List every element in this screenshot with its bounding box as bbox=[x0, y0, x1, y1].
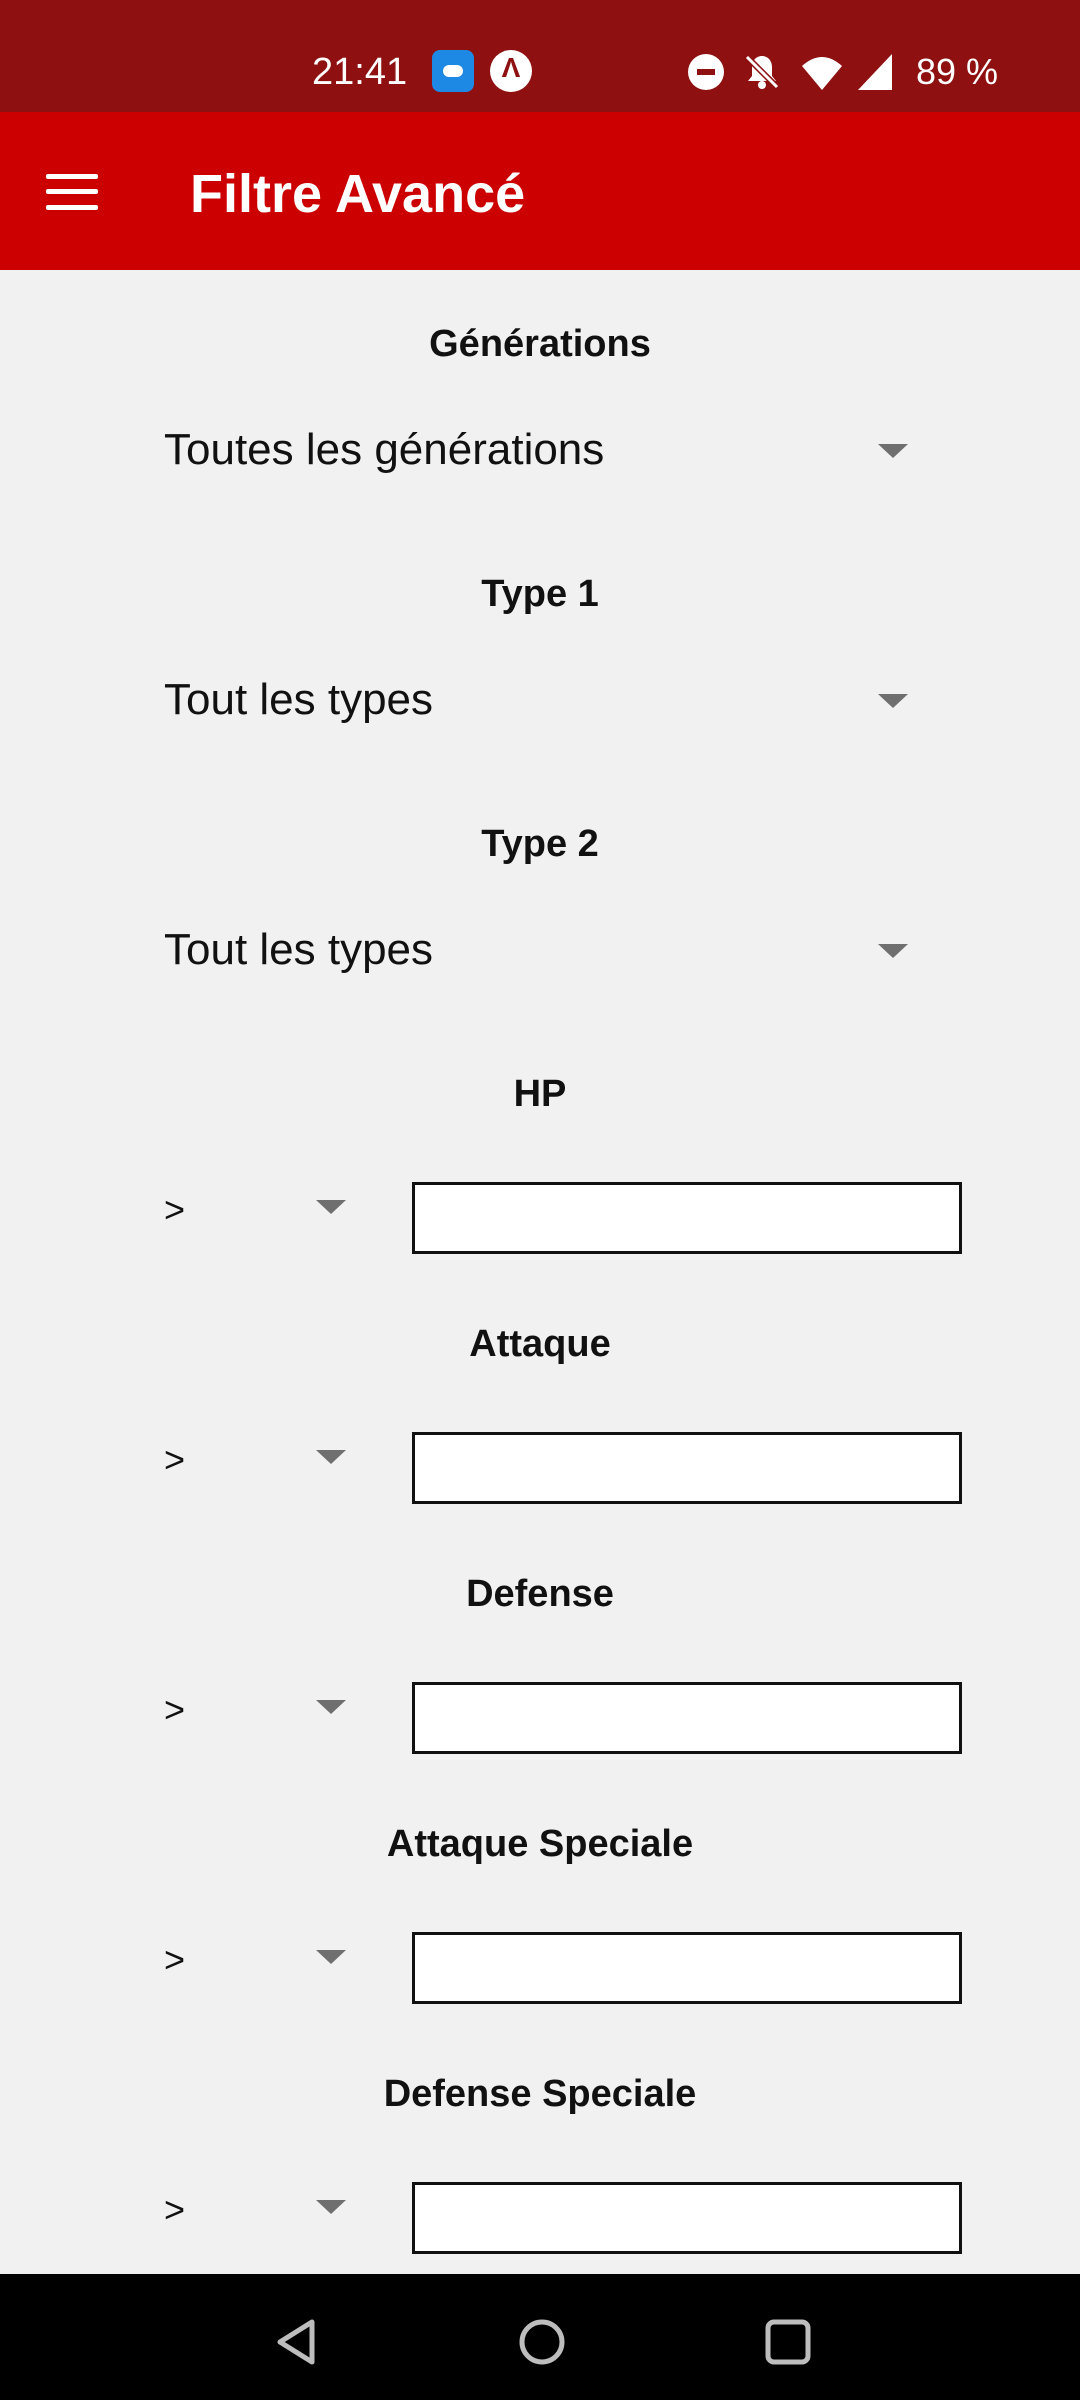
wifi-icon bbox=[800, 54, 844, 92]
attaque-speciale-filter-row: > bbox=[0, 1932, 1080, 2012]
chevron-down-icon bbox=[878, 944, 908, 958]
type2-selected-value: Tout les types bbox=[164, 925, 434, 974]
type1-label: Type 1 bbox=[481, 573, 599, 615]
battery-level: 89 % bbox=[916, 51, 999, 92]
attaque-operator-select[interactable]: > bbox=[160, 1432, 360, 1492]
hp-operator-select[interactable]: > bbox=[160, 1182, 360, 1242]
status-time: 21:41 bbox=[312, 51, 408, 93]
generations-label: Générations bbox=[429, 323, 651, 365]
bell-off-icon bbox=[742, 52, 782, 92]
attaque-speciale-operator-value: > bbox=[164, 1939, 186, 1980]
generations-selected-value: Toutes les générations bbox=[164, 425, 605, 474]
signal-icon bbox=[856, 52, 894, 92]
attaque-label: Attaque bbox=[469, 1323, 611, 1365]
status-bar: 21:41 89 % bbox=[0, 0, 1080, 112]
defense-speciale-operator-select[interactable]: > bbox=[160, 2182, 360, 2242]
app-notification-icon bbox=[490, 50, 532, 92]
attaque-operator-value: > bbox=[164, 1439, 186, 1480]
defense-filter-row: > bbox=[0, 1682, 1080, 1762]
type2-dropdown[interactable]: Tout les types bbox=[164, 912, 920, 982]
back-icon[interactable] bbox=[268, 2314, 324, 2370]
type2-label: Type 2 bbox=[481, 823, 599, 865]
generations-dropdown[interactable]: Toutes les générations bbox=[164, 412, 920, 482]
defense-speciale-value-input[interactable] bbox=[412, 2182, 962, 2254]
chevron-down-icon bbox=[316, 1700, 346, 1714]
home-icon[interactable] bbox=[514, 2314, 570, 2370]
hp-filter-row: > bbox=[0, 1182, 1080, 1262]
do-not-disturb-icon bbox=[688, 54, 724, 90]
chevron-down-icon bbox=[878, 694, 908, 708]
type1-selected-value: Tout les types bbox=[164, 675, 434, 724]
hp-label: HP bbox=[513, 1073, 567, 1115]
chevron-down-icon bbox=[316, 1200, 346, 1214]
app-notification-icon bbox=[432, 50, 474, 92]
defense-value-input[interactable] bbox=[412, 1682, 962, 1754]
attaque-filter-row: > bbox=[0, 1432, 1080, 1512]
chevron-down-icon bbox=[316, 1450, 346, 1464]
chevron-down-icon bbox=[878, 444, 908, 458]
defense-label: Defense bbox=[466, 1573, 614, 1615]
hp-operator-value: > bbox=[164, 1189, 186, 1230]
defense-operator-select[interactable]: > bbox=[160, 1682, 360, 1742]
attaque-speciale-operator-select[interactable]: > bbox=[160, 1932, 360, 1992]
defense-speciale-operator-value: > bbox=[164, 2189, 186, 2230]
attaque-speciale-label: Attaque Speciale bbox=[386, 1823, 694, 1865]
page-title: Filtre Avancé bbox=[190, 164, 526, 224]
system-nav-bar bbox=[0, 2274, 1080, 2400]
app-bar: Filtre Avancé bbox=[0, 112, 1080, 270]
type1-dropdown[interactable]: Tout les types bbox=[164, 662, 920, 732]
defense-speciale-label: Defense Speciale bbox=[383, 2073, 697, 2115]
hamburger-menu-icon[interactable] bbox=[46, 172, 98, 212]
chevron-down-icon bbox=[316, 2200, 346, 2214]
hp-value-input[interactable] bbox=[412, 1182, 962, 1254]
defense-operator-value: > bbox=[164, 1689, 186, 1730]
recent-apps-icon[interactable] bbox=[760, 2314, 816, 2370]
attaque-value-input[interactable] bbox=[412, 1432, 962, 1504]
attaque-speciale-value-input[interactable] bbox=[412, 1932, 962, 2004]
chevron-down-icon bbox=[316, 1950, 346, 1964]
defense-speciale-filter-row: > bbox=[0, 2182, 1080, 2262]
